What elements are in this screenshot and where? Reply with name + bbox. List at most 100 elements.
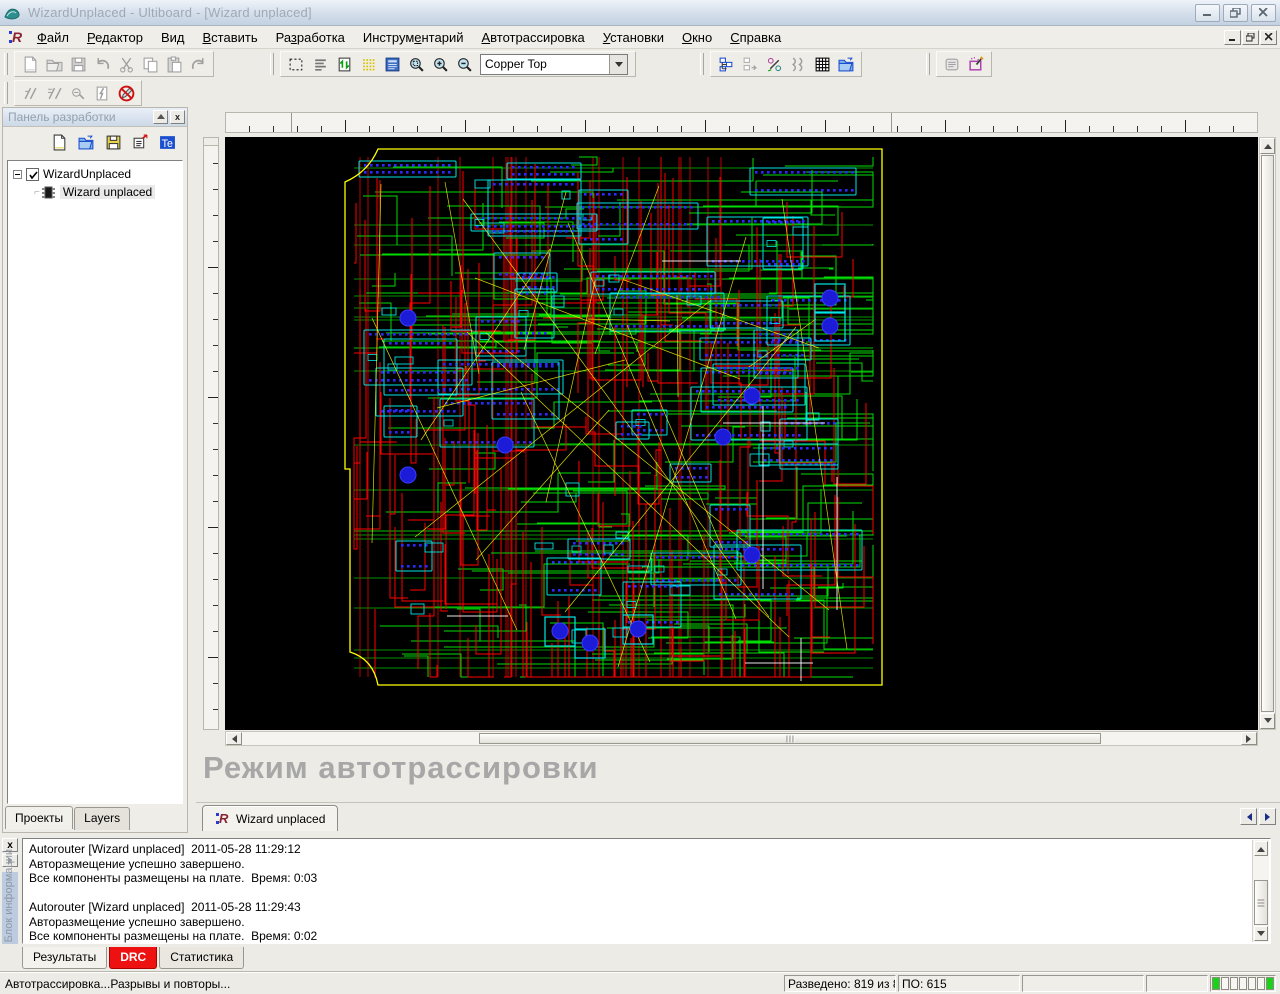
document-tab-wizard-unplaced[interactable]: R Wizard unplaced	[202, 805, 338, 831]
unroute-button[interactable]	[66, 81, 90, 105]
design-panel-title: Панель разработки	[8, 110, 151, 124]
tree-root-label[interactable]: WizardUnplaced	[43, 167, 131, 181]
menu-автотрассировка[interactable]: Автотрассировка	[472, 27, 593, 48]
selection-box-button[interactable]	[284, 52, 308, 76]
canvas-vertical-scrollbar[interactable]	[1259, 137, 1276, 730]
scroll-up-button[interactable]	[1260, 138, 1275, 154]
new-project-button[interactable]	[47, 130, 71, 154]
indicator-segment	[1212, 977, 1220, 990]
draw-lines-button[interactable]	[308, 52, 332, 76]
start-router-button[interactable]	[18, 81, 42, 105]
tree-checkbox[interactable]	[26, 168, 39, 181]
zoom-out-button[interactable]	[452, 52, 476, 76]
board-wizard-button[interactable]	[964, 52, 988, 76]
mdi-restore-button[interactable]	[1242, 30, 1259, 45]
menu-вставить[interactable]: Вставить	[193, 27, 266, 48]
log-tab-drc[interactable]: DRC	[109, 947, 157, 969]
zoom-in-button[interactable]	[428, 52, 452, 76]
new-file-button[interactable]	[18, 52, 42, 76]
hierarchy-button[interactable]	[714, 52, 738, 76]
pcb-canvas[interactable]	[225, 137, 1258, 730]
menu-справка[interactable]: Справка	[721, 27, 790, 48]
layer-select-dropdown-button[interactable]	[609, 55, 627, 74]
cut-button[interactable]	[114, 52, 138, 76]
tree-child-label[interactable]: Wizard unplaced	[60, 185, 155, 199]
open-file-button[interactable]	[42, 52, 66, 76]
undo-button[interactable]	[90, 52, 114, 76]
restore-button[interactable]	[1223, 4, 1248, 22]
information-block-label: Блок информации	[3, 849, 15, 942]
log-vertical-scrollbar[interactable]	[1252, 840, 1269, 942]
design-toolbox-button[interactable]	[380, 52, 404, 76]
tab-scroll-right-button[interactable]	[1259, 808, 1276, 825]
no-trace-button[interactable]	[114, 81, 138, 105]
copy-button[interactable]	[138, 52, 162, 76]
toolbar-group-view: Copper Top	[280, 51, 636, 77]
zoom-window-button[interactable]	[404, 52, 428, 76]
open-database-button[interactable]	[834, 52, 858, 76]
export-hierarchy-button[interactable]	[738, 52, 762, 76]
indicator-segment	[1221, 977, 1229, 990]
tab-layers[interactable]: Layers	[74, 807, 130, 830]
log-tab-статистика[interactable]: Статистика	[159, 947, 244, 969]
panel-close-button[interactable]: x	[170, 110, 185, 124]
menu-вид[interactable]: Вид	[152, 27, 194, 48]
fast-route-button[interactable]	[90, 81, 114, 105]
toolbar-grip[interactable]	[270, 53, 274, 75]
information-block-panel: x Блок информации Autorouter [Wizard unp…	[0, 836, 1280, 946]
menu-файл[interactable]: Файл	[28, 27, 78, 48]
menu-окно[interactable]: Окно	[673, 27, 721, 48]
tab-projects[interactable]: Проекты	[5, 806, 73, 829]
horizontal-scroll-thumb[interactable]	[479, 733, 1101, 744]
cross-probe-button[interactable]	[762, 52, 786, 76]
scroll-down-button[interactable]	[1260, 713, 1275, 729]
menu-разработка[interactable]: Разработка	[267, 27, 354, 48]
scroll-left-button[interactable]	[226, 732, 242, 745]
redo-button[interactable]	[186, 52, 210, 76]
log-tab-результаты[interactable]: Результаты	[22, 947, 107, 969]
panel-collapse-button[interactable]	[153, 110, 168, 124]
status-cell-routed: Разведено: 819 из 8:	[784, 975, 896, 992]
merge-sheets-button[interactable]	[786, 52, 810, 76]
export-document-button[interactable]	[128, 130, 152, 154]
save-file-button[interactable]	[66, 52, 90, 76]
scroll-right-button[interactable]	[1241, 732, 1257, 745]
status-message: Автотрассировка...Разрывы и повторы...	[0, 977, 784, 991]
layer-select-value: Copper Top	[481, 55, 609, 74]
save-project-button[interactable]	[101, 130, 125, 154]
menu-инструментарий[interactable]: Инструментарий	[354, 27, 473, 48]
tree-child-row[interactable]: ⌐ Wizard unplaced	[10, 183, 180, 201]
toolbar-grip[interactable]	[926, 53, 930, 75]
layer-select[interactable]: Copper Top	[480, 54, 628, 75]
menu-установки[interactable]: Установки	[594, 27, 673, 48]
paste-button[interactable]	[162, 52, 186, 76]
arrow-right-icon	[1265, 813, 1274, 821]
autoplacement-button[interactable]	[940, 52, 964, 76]
log-scroll-thumb[interactable]	[1254, 880, 1268, 925]
toolbar-grip[interactable]	[4, 82, 8, 104]
vertical-scroll-thumb[interactable]	[1261, 155, 1274, 712]
log-output[interactable]: Autorouter [Wizard unplaced] 2011-05-28 …	[22, 838, 1271, 944]
scroll-down-button[interactable]	[1254, 926, 1268, 941]
canvas-horizontal-scrollbar[interactable]	[225, 731, 1258, 746]
tree-expander-icon[interactable]	[13, 170, 22, 179]
text-editor-button[interactable]: Te	[155, 130, 179, 154]
minimize-button[interactable]	[1195, 4, 1220, 22]
grid-dots-button[interactable]	[356, 52, 380, 76]
scroll-up-button[interactable]	[1254, 841, 1268, 856]
mdi-minimize-button[interactable]	[1224, 30, 1241, 45]
tab-scroll-left-button[interactable]	[1240, 808, 1257, 825]
tree-root-row[interactable]: WizardUnplaced	[10, 165, 180, 183]
close-button[interactable]	[1251, 4, 1276, 22]
design-panel-header[interactable]: Панель разработки x	[3, 108, 187, 127]
window-title: WizardUnplaced - Ultiboard - [Wizard unp…	[28, 5, 312, 20]
spreadsheet-view-button[interactable]	[810, 52, 834, 76]
suspend-router-button[interactable]	[42, 81, 66, 105]
open-project-button[interactable]	[74, 130, 98, 154]
mdi-close-button[interactable]	[1260, 30, 1277, 45]
ruler-segment-divider	[891, 113, 892, 132]
menu-редактор[interactable]: Редактор	[78, 27, 152, 48]
refresh-page-button[interactable]	[332, 52, 356, 76]
toolbar-grip[interactable]	[700, 53, 704, 75]
toolbar-grip[interactable]	[4, 53, 8, 75]
